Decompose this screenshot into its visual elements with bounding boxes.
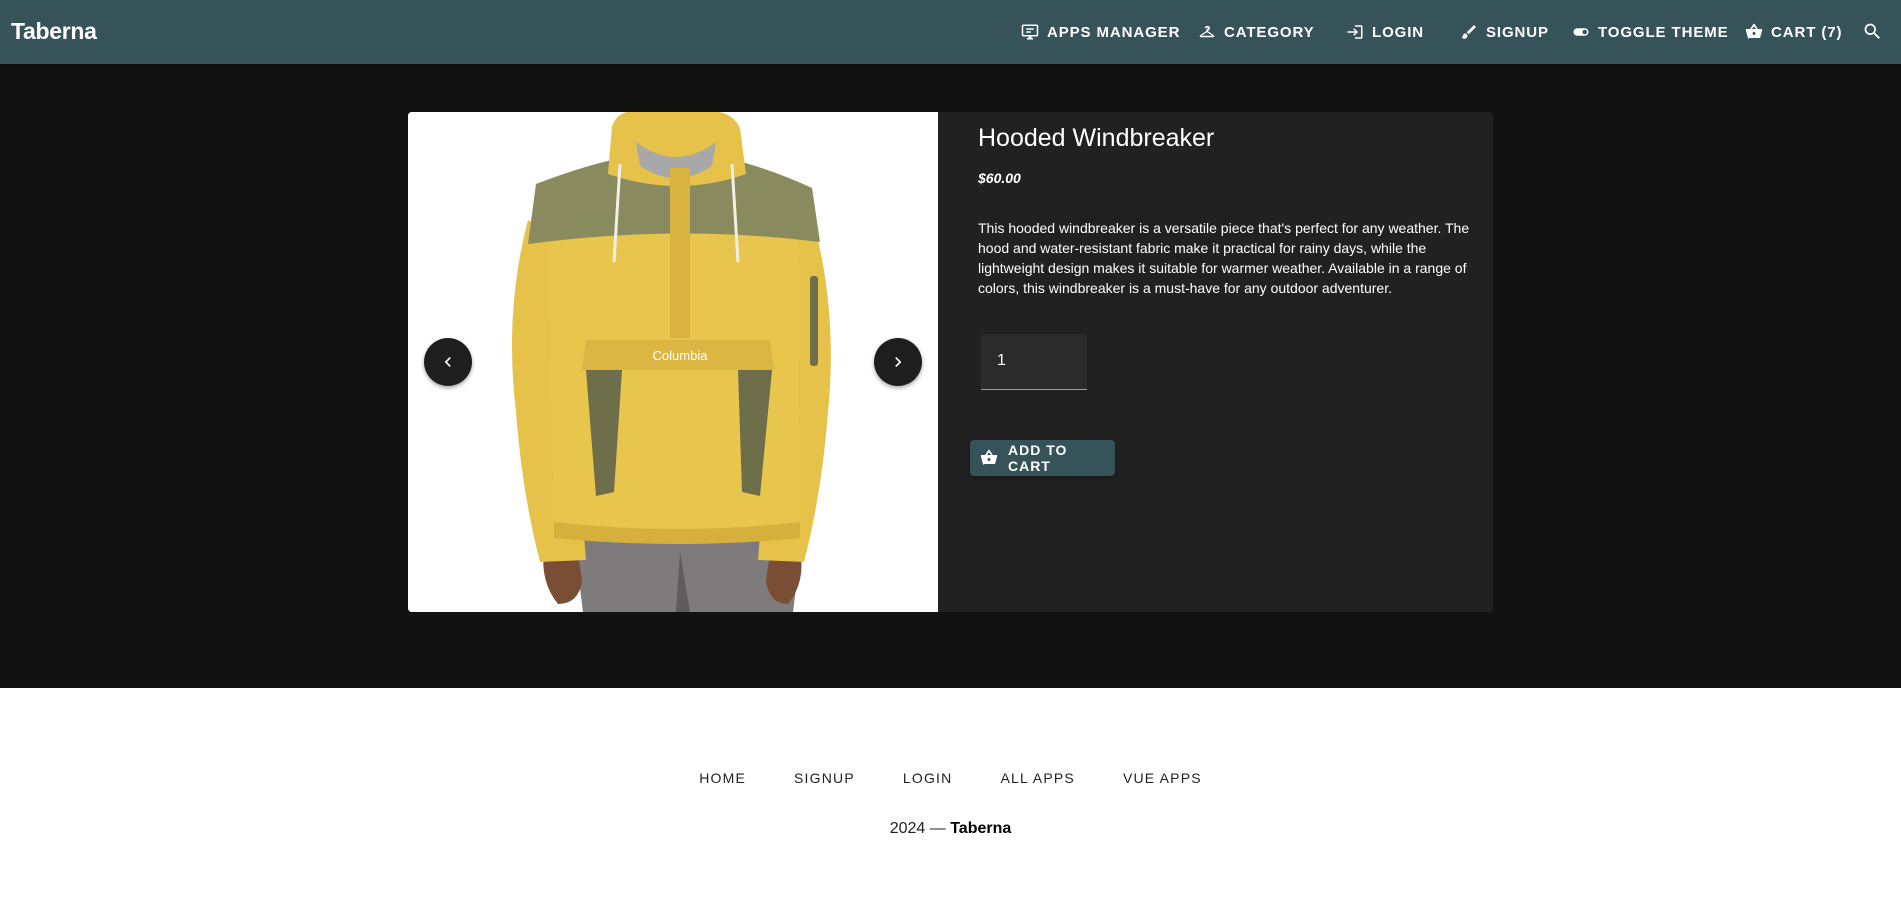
monitor-icon: [1021, 24, 1039, 40]
footer-links: HOME SIGNUP LOGIN ALL APPS VUE APPS: [0, 768, 1901, 788]
product-description: This hooded windbreaker is a versatile p…: [978, 220, 1470, 296]
footer-link-home[interactable]: HOME: [675, 768, 770, 788]
product-card: Columbia Hooded Windbreaker $60.00 This …: [408, 112, 1493, 612]
add-to-cart-label: ADD TO CART: [1007, 442, 1068, 474]
quantity-input[interactable]: [997, 350, 1077, 372]
nav-apps-manager-button[interactable]: APPS MANAGER: [1021, 18, 1180, 46]
login-icon: [1347, 25, 1363, 39]
nav-category-label: CATEGORY: [1224, 23, 1315, 41]
basket-icon: [1745, 23, 1763, 39]
nav-toggle-theme-label: TOGGLE THEME: [1598, 23, 1729, 41]
carousel-next-button[interactable]: [874, 338, 922, 386]
search-button[interactable]: [1862, 21, 1884, 43]
main-content: Columbia Hooded Windbreaker $60.00 This …: [0, 64, 1901, 688]
brand-title[interactable]: Taberna: [11, 18, 97, 45]
product-image: Columbia: [408, 112, 938, 612]
nav-signup-label: SIGNUP: [1486, 23, 1549, 41]
add-to-cart-button[interactable]: ADD TO CART: [970, 440, 1115, 476]
footer: HOME SIGNUP LOGIN ALL APPS VUE APPS 2024…: [0, 688, 1901, 919]
footer-link-vue-apps[interactable]: VUE APPS: [1099, 768, 1226, 788]
copyright-brand: Taberna: [950, 820, 1012, 837]
basket-icon: [980, 449, 998, 465]
product-image-carousel[interactable]: Columbia: [408, 112, 938, 612]
brush-icon: [1461, 25, 1476, 39]
nav-login-label: LOGIN: [1372, 23, 1424, 41]
product-title: Hooded Windbreaker: [978, 124, 1215, 152]
search-icon: [1864, 23, 1880, 39]
nav-signup-button[interactable]: SIGNUP: [1460, 18, 1549, 46]
nav-cart-label: CART (7): [1771, 23, 1843, 41]
nav-category-button[interactable]: CATEGORY: [1198, 18, 1315, 46]
image-logo-text: Columbia: [653, 348, 709, 363]
chevron-right-icon: [895, 357, 902, 367]
footer-link-all-apps[interactable]: ALL APPS: [976, 768, 1098, 788]
toggle-icon: [1573, 28, 1589, 36]
carousel-prev-button[interactable]: [424, 338, 472, 386]
copyright: 2024 — Taberna: [0, 820, 1901, 838]
chevron-left-icon: [444, 357, 451, 367]
copyright-separator: —: [929, 820, 946, 837]
product-price: $60.00: [978, 170, 1021, 186]
hanger-icon: [1199, 25, 1215, 38]
quantity-field[interactable]: [981, 334, 1087, 390]
nav-login-button[interactable]: LOGIN: [1346, 18, 1424, 46]
footer-link-signup[interactable]: SIGNUP: [770, 768, 879, 788]
nav-cart-button[interactable]: CART (7): [1745, 18, 1842, 46]
copyright-year: 2024: [889, 820, 926, 837]
nav-apps-manager-label: APPS MANAGER: [1047, 23, 1181, 41]
top-app-bar: Taberna APPS MANAGER CATEGORY LOGIN SIGN…: [0, 0, 1901, 64]
footer-link-login[interactable]: LOGIN: [879, 768, 977, 788]
nav-toggle-theme-button[interactable]: TOGGLE THEME: [1572, 18, 1729, 46]
